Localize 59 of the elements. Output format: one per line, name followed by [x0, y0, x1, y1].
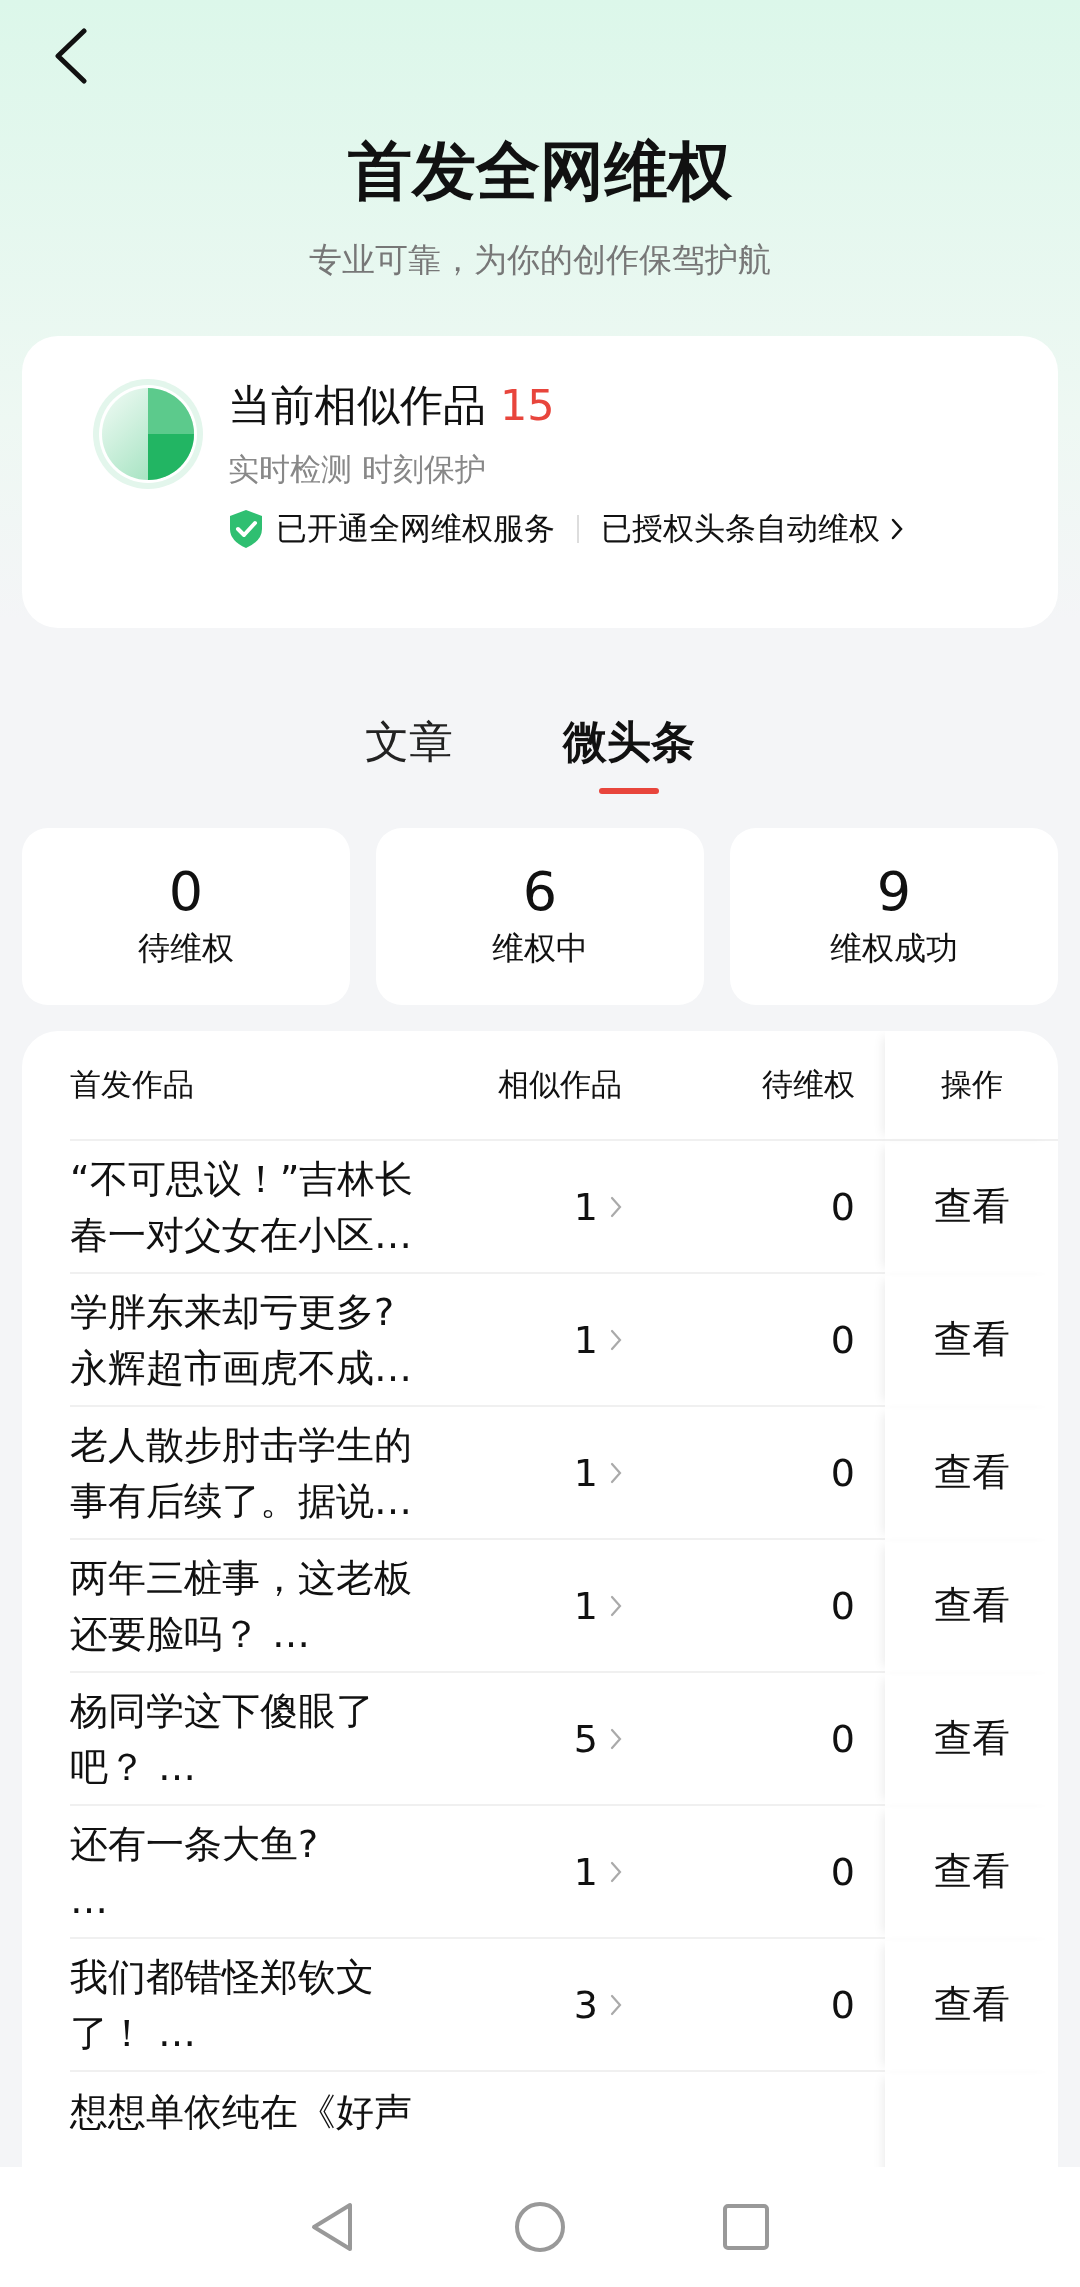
similar-count[interactable]: 1: [573, 1450, 622, 1495]
view-link[interactable]: 查看: [933, 1447, 1010, 1498]
similar-count[interactable]: 1: [573, 1184, 622, 1229]
article-title[interactable]: 两年三桩事，这老板还要脸吗？ …: [70, 1549, 420, 1662]
column-header: 首发作品: [70, 1031, 470, 1141]
pending-count: 0: [830, 1849, 855, 1894]
pending-count: 0: [830, 1716, 855, 1761]
stat-label: 维权中: [492, 928, 588, 970]
column-header: 相似作品: [470, 1031, 670, 1141]
view-link[interactable]: 查看: [933, 1314, 1010, 1365]
view-link[interactable]: 查看: [933, 1713, 1010, 1764]
similar-works-count: 15: [500, 380, 555, 430]
article-title[interactable]: 我们都错怪郑钦文了！ …: [70, 1948, 420, 2061]
article-title[interactable]: 想想单依纯在《好声: [70, 2084, 420, 2140]
stat-label: 维权成功: [830, 928, 958, 970]
chevron-right-icon: [610, 1993, 622, 2016]
article-title[interactable]: 学胖东来却亏更多? 永辉超市画虎不成…: [70, 1283, 420, 1396]
stat-label: 待维权: [138, 928, 234, 970]
similar-count[interactable]: 3: [573, 1982, 622, 2027]
pending-count: 0: [830, 1450, 855, 1495]
chevron-right-icon: [610, 1727, 622, 1750]
similar-works-label: 当前相似作品: [228, 379, 486, 432]
chevron-right-icon: [610, 1860, 622, 1883]
view-link[interactable]: 查看: [933, 1846, 1010, 1897]
summary-caption: 实时检测 时刻保护: [228, 450, 487, 489]
article-title[interactable]: 还有一条大鱼? …: [70, 1815, 420, 1928]
pending-count: 0: [830, 1317, 855, 1362]
page-title: 首发全网维权: [348, 133, 732, 210]
chevron-right-icon: [610, 1594, 622, 1617]
chevron-right-icon: [890, 517, 904, 541]
pending-count: 0: [830, 1583, 855, 1628]
article-title[interactable]: 老人散步肘击学生的事有后续了。据说…: [70, 1416, 420, 1529]
view-link[interactable]: 查看: [933, 1580, 1010, 1631]
stat-value: 0: [168, 861, 204, 922]
article-title[interactable]: 杨同学这下傻眼了吧？ …: [70, 1682, 420, 1795]
similar-count[interactable]: 5: [573, 1716, 622, 1761]
view-link[interactable]: 查看: [933, 1979, 1010, 2030]
view-link[interactable]: 查看: [933, 1181, 1010, 1232]
home-nav-icon[interactable]: [512, 2199, 568, 2255]
pending-count: 0: [830, 1184, 855, 1229]
page-subtitle: 专业可靠，为你的创作保驾护航: [309, 239, 771, 281]
column-header: 待维权: [670, 1031, 885, 1141]
pending-count: 0: [830, 1982, 855, 2027]
column-header: 操作: [885, 1031, 1058, 1141]
progress-ring-icon: [90, 376, 206, 492]
similar-count[interactable]: 1: [573, 1583, 622, 1628]
stat-value: 6: [522, 861, 558, 922]
tab[interactable]: 文章: [365, 716, 453, 794]
chevron-right-icon: [610, 1461, 622, 1484]
auto-protect-link[interactable]: 已授权头条自动维权: [601, 508, 904, 550]
chevron-right-icon: [610, 1328, 622, 1351]
chevron-right-icon: [610, 1195, 622, 1218]
similar-count[interactable]: 1: [573, 1317, 622, 1362]
tab[interactable]: 微头条: [563, 716, 695, 794]
shield-check-icon: [228, 509, 264, 549]
article-title[interactable]: “不可思议！”吉林长春一对父女在小区…: [70, 1150, 420, 1263]
stat-value: 9: [876, 861, 912, 922]
similar-count[interactable]: 1: [573, 1849, 622, 1894]
service-status: 已开通全网维权服务: [276, 509, 555, 548]
